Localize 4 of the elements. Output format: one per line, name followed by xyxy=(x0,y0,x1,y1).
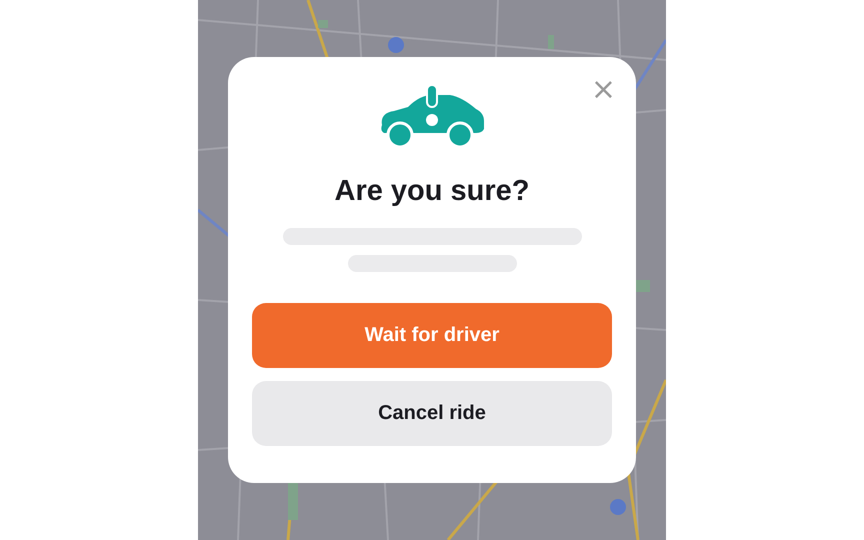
cancel-button[interactable]: Cancel ride xyxy=(252,381,612,446)
dialog-title: Are you sure? xyxy=(334,175,530,208)
close-button[interactable]: × xyxy=(590,77,616,103)
wait-button[interactable]: Wait for driver xyxy=(252,303,612,368)
